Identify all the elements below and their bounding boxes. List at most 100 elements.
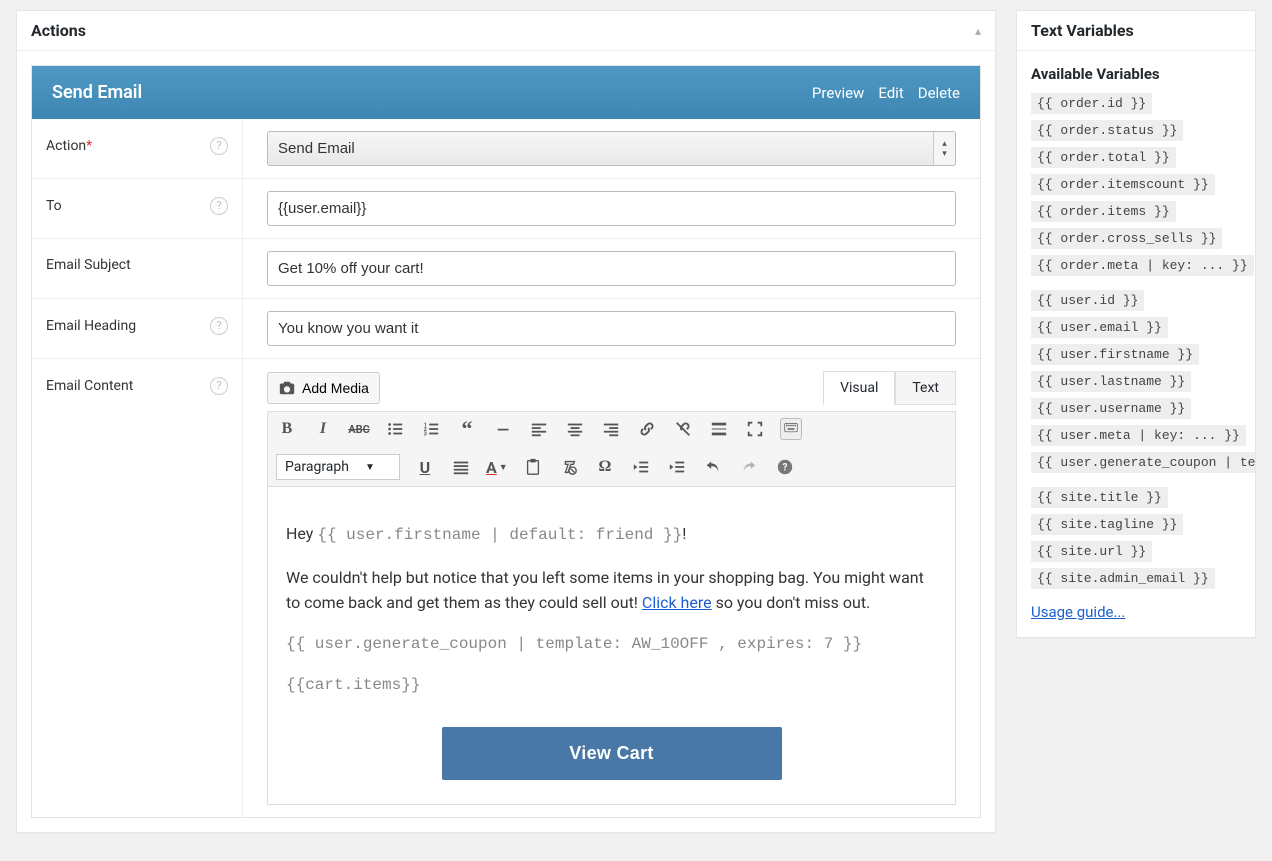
align-left-icon[interactable] (528, 418, 550, 440)
help-icon[interactable]: ? (210, 317, 228, 335)
available-variables-heading: Available Variables (1031, 65, 1241, 83)
content-label: Email Content (46, 378, 133, 394)
numbered-list-icon[interactable]: 123 (420, 418, 442, 440)
italic-icon[interactable]: I (312, 418, 334, 440)
action-block: Send Email Preview Edit Delete Action* ? (31, 65, 981, 818)
svg-text:?: ? (782, 463, 787, 474)
field-subject: Email Subject (32, 238, 980, 298)
cart-items-token: {{cart.items}} (286, 673, 937, 699)
var-token[interactable]: {{ user.generate_coupon | template: ... … (1031, 452, 1255, 473)
underline-icon[interactable]: U (414, 456, 436, 478)
var-token[interactable]: {{ user.lastname }} (1031, 371, 1191, 392)
preview-link[interactable]: Preview (812, 84, 864, 102)
outdent-icon[interactable] (630, 456, 652, 478)
action-label: Action (46, 138, 86, 154)
click-here-link[interactable]: Click here (642, 593, 712, 612)
quote-icon[interactable]: “ (456, 418, 478, 440)
edit-link[interactable]: Edit (878, 84, 903, 102)
var-token[interactable]: {{ user.id }} (1031, 290, 1144, 311)
fullscreen-icon[interactable] (744, 418, 766, 440)
actions-panel-title: Actions (31, 21, 86, 40)
coupon-token: {{ user.generate_coupon | template: AW_1… (286, 632, 937, 658)
text-variables-panel: Text Variables Available Variables {{ or… (1016, 10, 1256, 638)
align-right-icon[interactable] (600, 418, 622, 440)
actions-panel-header[interactable]: Actions ▴ (17, 11, 995, 51)
var-token[interactable]: {{ site.admin_email }} (1031, 568, 1215, 589)
heading-label: Email Heading (46, 318, 136, 334)
text-color-icon[interactable]: A▼ (486, 456, 508, 478)
select-caret-icon: ▴▾ (933, 132, 955, 165)
svg-text:3: 3 (424, 431, 427, 437)
indent-icon[interactable] (666, 456, 688, 478)
var-token[interactable]: {{ user.firstname }} (1031, 344, 1199, 365)
var-token[interactable]: {{ order.items }} (1031, 201, 1176, 222)
to-input[interactable] (267, 191, 956, 226)
special-char-icon[interactable]: Ω (594, 456, 616, 478)
justify-icon[interactable] (450, 456, 472, 478)
editor-content[interactable]: Hey {{ user.firstname | default: friend … (267, 487, 956, 805)
var-token[interactable]: {{ site.tagline }} (1031, 514, 1183, 535)
action-select[interactable]: Send Email (267, 131, 956, 166)
field-heading: Email Heading ? (32, 298, 980, 358)
heading-input[interactable] (267, 311, 956, 346)
add-media-button[interactable]: Add Media (267, 372, 380, 404)
help-toolbar-icon[interactable]: ? (774, 456, 796, 478)
usage-guide-link[interactable]: Usage guide... (1031, 603, 1125, 621)
tab-visual[interactable]: Visual (823, 371, 895, 405)
actions-panel: Actions ▴ Send Email Preview Edit Delete (16, 10, 996, 833)
subject-input[interactable] (267, 251, 956, 286)
var-token[interactable]: {{ order.id }} (1031, 93, 1152, 114)
text-variables-header[interactable]: Text Variables (1017, 11, 1255, 51)
field-action: Action* ? Send Email ▴▾ (32, 119, 980, 178)
undo-icon[interactable] (702, 456, 724, 478)
clear-formatting-icon[interactable] (558, 456, 580, 478)
var-group-order: {{ order.id }} {{ order.status }} {{ ord… (1031, 93, 1241, 276)
bulleted-list-icon[interactable] (384, 418, 406, 440)
action-header-links: Preview Edit Delete (812, 84, 960, 102)
hr-icon[interactable]: — (492, 418, 514, 440)
paragraph-select[interactable]: Paragraph ▼ (276, 454, 400, 480)
strike-icon[interactable]: ABC (348, 418, 370, 440)
camera-icon (278, 379, 296, 397)
var-token[interactable]: {{ order.total }} (1031, 147, 1176, 168)
editor: Add Media Visual Text B (267, 371, 956, 805)
bold-icon[interactable]: B (276, 418, 298, 440)
var-token[interactable]: {{ site.url }} (1031, 541, 1152, 562)
redo-icon[interactable] (738, 456, 760, 478)
var-token[interactable]: {{ order.meta | key: ... }} (1031, 255, 1254, 276)
link-icon[interactable] (636, 418, 658, 440)
body-after-link: so you don't miss out. (712, 593, 871, 612)
var-token[interactable]: {{ order.status }} (1031, 120, 1183, 141)
var-group-site: {{ site.title }} {{ site.tagline }} {{ s… (1031, 487, 1241, 589)
var-token[interactable]: {{ user.email }} (1031, 317, 1168, 338)
read-more-icon[interactable] (708, 418, 730, 440)
help-icon[interactable]: ? (210, 377, 228, 395)
delete-link[interactable]: Delete (918, 84, 960, 102)
var-token[interactable]: {{ order.itemscount }} (1031, 174, 1215, 195)
chevron-down-icon: ▼ (365, 462, 375, 473)
var-token[interactable]: {{ order.cross_sells }} (1031, 228, 1222, 249)
var-token[interactable]: {{ user.username }} (1031, 398, 1191, 419)
to-label: To (46, 198, 62, 214)
help-icon[interactable]: ? (210, 137, 228, 155)
greeting-token: {{ user.firstname | default: friend }} (317, 526, 682, 544)
align-center-icon[interactable] (564, 418, 586, 440)
subject-label: Email Subject (46, 257, 131, 273)
text-variables-title: Text Variables (1031, 21, 1134, 40)
toolbar-toggle-icon[interactable] (780, 418, 802, 440)
view-cart-button[interactable]: View Cart (442, 727, 782, 780)
unlink-icon[interactable] (672, 418, 694, 440)
field-to: To ? (32, 178, 980, 238)
action-header-title: Send Email (52, 82, 142, 103)
var-token[interactable]: {{ user.meta | key: ... }} (1031, 425, 1246, 446)
editor-toolbar: B I ABC 123 “ — (267, 411, 956, 487)
tab-text[interactable]: Text (895, 371, 956, 405)
var-token[interactable]: {{ site.title }} (1031, 487, 1168, 508)
paste-text-icon[interactable] (522, 456, 544, 478)
help-icon[interactable]: ? (210, 197, 228, 215)
greeting-prefix: Hey (286, 524, 317, 543)
required-indicator: * (86, 138, 92, 154)
field-content: Email Content ? Add Media (32, 358, 980, 817)
panel-collapse-icon[interactable]: ▴ (975, 24, 981, 38)
action-header: Send Email Preview Edit Delete (32, 66, 980, 119)
